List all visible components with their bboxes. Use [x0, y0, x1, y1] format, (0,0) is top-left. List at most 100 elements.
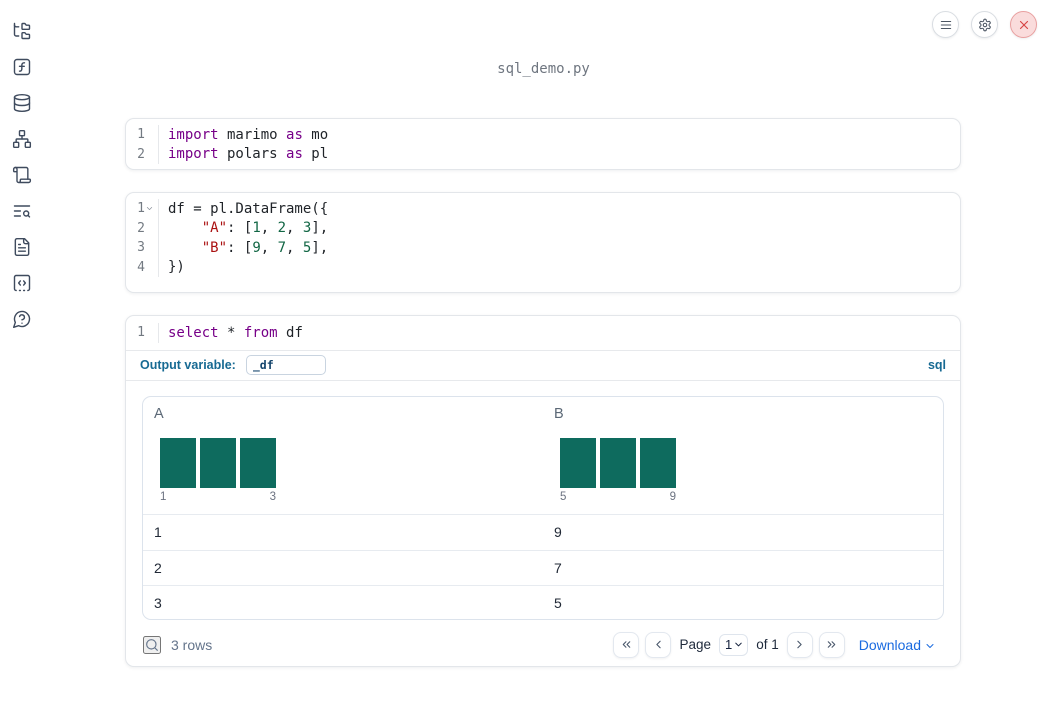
- line-number-gutter: 12: [126, 125, 159, 164]
- next-page-button[interactable]: [786, 631, 813, 658]
- code-editor[interactable]: 1 select * from df: [126, 316, 960, 351]
- column-name: A: [154, 405, 164, 422]
- histogram-bar: [240, 437, 276, 488]
- table-cell: 9: [554, 524, 562, 540]
- histogram-bar: [200, 437, 236, 488]
- chevron-left-icon: [652, 638, 665, 651]
- close-icon: [1017, 18, 1031, 32]
- histogram-bar: [600, 437, 636, 488]
- gear-icon: [978, 18, 992, 32]
- sidebar-item-dependency-graph[interactable]: [11, 129, 33, 154]
- table-row[interactable]: 27: [143, 549, 943, 585]
- sidebar-item-help[interactable]: [11, 309, 33, 334]
- pagination: Page 1 of 1: [613, 631, 845, 658]
- table-row[interactable]: 19: [143, 515, 943, 550]
- code-lines: select * from df: [159, 323, 960, 343]
- help-bubble-icon: [12, 309, 32, 334]
- table-cell: 2: [154, 559, 162, 576]
- output-variable-label: Output variable:: [140, 358, 236, 372]
- sidebar-item-outline-search[interactable]: [11, 203, 33, 223]
- settings-button[interactable]: [971, 11, 998, 38]
- page-label: Page: [679, 637, 711, 652]
- menu-button[interactable]: [932, 11, 959, 38]
- fold-chevron-icon[interactable]: [145, 204, 155, 214]
- page-total-label: of 1: [756, 637, 779, 652]
- code-line: select * from df: [168, 324, 303, 341]
- chevron-down-icon: [924, 638, 936, 652]
- chevron-right-icon: [793, 638, 806, 651]
- search-button[interactable]: [143, 635, 161, 654]
- line-number-gutter: 1: [126, 323, 159, 343]
- column-header-A[interactable]: A 13: [143, 397, 543, 514]
- histogram-bar: [560, 437, 596, 488]
- notebook-title: sql_demo.py: [497, 61, 590, 77]
- histogram-max-label: 3: [269, 490, 276, 503]
- code-editor[interactable]: 1 2 3 4 df = pl.DataFrame({ "A": [1, 2, 3], …: [126, 193, 960, 283]
- code-cell-dataframe[interactable]: 1 2 3 4 df = pl.DataFrame({ "A": [1, 2, 3], …: [125, 192, 961, 293]
- row-count: 3 rows: [171, 636, 213, 653]
- chevrons-right-icon: [825, 638, 838, 651]
- previous-page-button[interactable]: [645, 631, 672, 658]
- sidebar-item-logs[interactable]: [11, 165, 33, 190]
- column-header-B[interactable]: B59: [543, 397, 943, 514]
- output-variable-input[interactable]: [245, 355, 326, 375]
- code-lines: df = pl.DataFrame({ "A": [1, 2, 3], "B":…: [159, 199, 960, 277]
- line-number: 1: [126, 199, 158, 219]
- network-icon: [12, 129, 32, 154]
- line-number: 3: [137, 240, 145, 256]
- download-button[interactable]: Download: [859, 637, 936, 653]
- line-number: 1: [137, 127, 145, 143]
- table-row[interactable]: 35: [143, 584, 943, 619]
- code-line: }): [168, 259, 185, 276]
- folder-tree-icon: [12, 21, 32, 46]
- sidebar-item-snippets[interactable]: [11, 274, 33, 295]
- page-select-value: 1: [724, 637, 733, 652]
- code-lines: import marimo as mo import polars as pl: [159, 125, 960, 164]
- language-badge: sql: [927, 358, 946, 372]
- line-number: 4: [137, 259, 145, 275]
- histogram-bar: [160, 437, 196, 488]
- code-editor[interactable]: 1 2 import marimo as mo import polars as pl: [126, 119, 960, 169]
- column-histogram: [560, 437, 676, 488]
- text-search-icon: [12, 201, 32, 226]
- table-cell: 7: [554, 559, 562, 576]
- histogram-range-labels: 13: [160, 491, 276, 503]
- menu-icon: [939, 18, 953, 32]
- close-button[interactable]: [1010, 11, 1037, 38]
- histogram-max-label: 9: [669, 490, 676, 503]
- file-text-icon: [12, 237, 32, 262]
- search-icon: [144, 637, 160, 653]
- sidebar-item-file-explorer[interactable]: [11, 21, 33, 46]
- table-cell: 5: [554, 594, 562, 611]
- sql-cell[interactable]: 1 select * from df Output variable: sql A…: [125, 315, 961, 667]
- column-name: B: [554, 405, 564, 422]
- chevrons-left-icon: [620, 638, 633, 651]
- line-number: 1: [137, 325, 145, 341]
- sidebar-item-documentation[interactable]: [11, 237, 33, 262]
- sidebar-item-functions[interactable]: [11, 58, 33, 79]
- page-select[interactable]: 1: [718, 633, 749, 656]
- table-cell: 1: [154, 524, 162, 540]
- histogram-bar: [640, 437, 676, 488]
- last-page-button[interactable]: [818, 631, 845, 658]
- code-line: import marimo as mo: [168, 126, 329, 143]
- histogram-range-labels: 59: [560, 491, 676, 503]
- histogram-min-label: 5: [560, 490, 567, 503]
- code-line: "A": [1, 2, 3],: [201, 220, 329, 237]
- column-histogram: [160, 437, 276, 488]
- code-line: df = pl.DataFrame({: [168, 200, 329, 217]
- chevron-down-icon: [733, 639, 744, 650]
- line-number: 2: [137, 146, 145, 162]
- download-label: Download: [858, 636, 921, 653]
- table-header-row: A13B59: [143, 397, 943, 515]
- line-number-gutter: 12 3 4: [126, 199, 159, 277]
- first-page-button[interactable]: [613, 631, 640, 658]
- code-cell-imports[interactable]: 1 2 import marimo as mo import polars as pl: [125, 118, 961, 170]
- scroll-icon: [12, 165, 32, 190]
- sidebar-item-datasources[interactable]: [11, 93, 33, 115]
- code-line: import polars as pl: [168, 146, 329, 163]
- output-variable-row: Output variable: sql: [126, 351, 960, 381]
- dataframe-table: A13B59 192735: [142, 395, 944, 620]
- table-footer: 3 rows Page 1 of 1 Download: [126, 620, 960, 667]
- line-number: 2: [137, 220, 145, 236]
